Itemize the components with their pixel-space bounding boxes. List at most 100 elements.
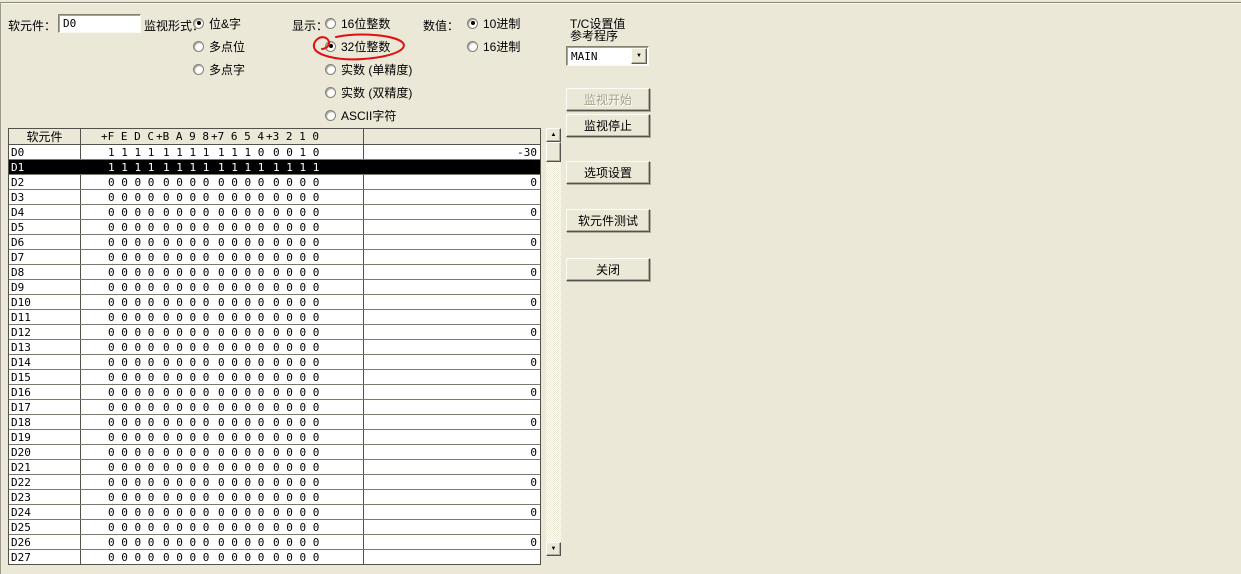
table-row[interactable]: D210 0 0 00 0 0 00 0 0 00 0 0 0 [9, 460, 540, 475]
radio-decimal[interactable]: 10进制 [467, 16, 520, 30]
device-cell: D5 [9, 220, 81, 234]
radio-real-double[interactable]: 实数 (双精度) [325, 85, 412, 99]
table-row[interactable]: D100 0 0 00 0 0 00 0 0 00 0 0 00 [9, 295, 540, 310]
table-row[interactable]: D270 0 0 00 0 0 00 0 0 00 0 0 0 [9, 550, 540, 564]
monitor-start-button[interactable]: 监视开始 [566, 88, 650, 111]
bit-group: 0 0 0 0 [163, 446, 213, 459]
table-row[interactable]: D11 1 1 11 1 1 11 1 1 11 1 1 1 [9, 160, 540, 175]
bit-group: 0 0 0 0 [273, 401, 323, 414]
bit-group: 0 0 0 0 [273, 356, 323, 369]
bit-group: 0 0 0 0 [108, 356, 158, 369]
table-row[interactable]: D40 0 0 00 0 0 00 0 0 00 0 0 00 [9, 205, 540, 220]
bit-group: 0 0 0 0 [218, 206, 268, 219]
bit-group: 1 1 1 1 [218, 161, 268, 174]
bit-group: 0 0 0 0 [273, 461, 323, 474]
table-row[interactable]: D20 0 0 00 0 0 00 0 0 00 0 0 00 [9, 175, 540, 190]
table-row[interactable]: D160 0 0 00 0 0 00 0 0 00 0 0 00 [9, 385, 540, 400]
table-row[interactable]: D170 0 0 00 0 0 00 0 0 00 0 0 0 [9, 400, 540, 415]
bit-group-header: +3 2 1 0 [266, 130, 316, 143]
radio-label: 多点字 [209, 61, 245, 78]
value-cell [364, 550, 540, 564]
table-row[interactable]: D180 0 0 00 0 0 00 0 0 00 0 0 00 [9, 415, 540, 430]
bit-group: 0 0 0 0 [108, 311, 158, 324]
table-row[interactable]: D150 0 0 00 0 0 00 0 0 00 0 0 0 [9, 370, 540, 385]
radio-32bit-integer[interactable]: 32位整数 [325, 39, 390, 53]
table-row[interactable]: D190 0 0 00 0 0 00 0 0 00 0 0 0 [9, 430, 540, 445]
bit-group: 0 0 0 0 [218, 341, 268, 354]
bit-group: 0 0 0 0 [273, 311, 323, 324]
device-cell: D21 [9, 460, 81, 474]
option-settings-button[interactable]: 选项设置 [566, 161, 650, 184]
device-test-button[interactable]: 软元件测试 [566, 209, 650, 232]
bits-cell: 0 0 0 00 0 0 00 0 0 00 0 0 0 [81, 295, 364, 309]
bit-group: 0 0 0 0 [218, 311, 268, 324]
value-cell [364, 250, 540, 264]
table-row[interactable]: D01 1 1 11 1 1 11 1 1 00 0 1 0-30 [9, 145, 540, 160]
bits-cell: 0 0 0 00 0 0 00 0 0 00 0 0 0 [81, 520, 364, 534]
bit-group: 0 0 0 0 [273, 431, 323, 444]
bit-group: 0 0 0 0 [163, 551, 213, 564]
radio-bit-and-word[interactable]: 位&字 [193, 16, 241, 30]
table-row[interactable]: D30 0 0 00 0 0 00 0 0 00 0 0 0 [9, 190, 540, 205]
bits-cell: 0 0 0 00 0 0 00 0 0 00 0 0 0 [81, 355, 364, 369]
radio-hexadecimal[interactable]: 16进制 [467, 39, 520, 53]
table-row[interactable]: D240 0 0 00 0 0 00 0 0 00 0 0 00 [9, 505, 540, 520]
value-cell: 0 [364, 535, 540, 549]
table-row[interactable]: D140 0 0 00 0 0 00 0 0 00 0 0 00 [9, 355, 540, 370]
bit-group: 0 0 0 0 [163, 356, 213, 369]
tc-program-select[interactable]: MAIN ▼ [566, 46, 649, 66]
radio-real-single[interactable]: 实数 (单精度) [325, 62, 412, 76]
table-row[interactable]: D260 0 0 00 0 0 00 0 0 00 0 0 00 [9, 535, 540, 550]
bit-group: 1 1 1 1 [163, 161, 213, 174]
table-row[interactable]: D130 0 0 00 0 0 00 0 0 00 0 0 0 [9, 340, 540, 355]
scroll-down-button[interactable]: ▼ [546, 542, 561, 556]
device-input[interactable]: D0 [58, 14, 141, 33]
monitor-stop-button[interactable]: 监视停止 [566, 114, 650, 137]
bits-cell: 1 1 1 11 1 1 11 1 1 11 1 1 1 [81, 160, 364, 174]
bit-group: 0 0 0 0 [218, 326, 268, 339]
table-row[interactable]: D120 0 0 00 0 0 00 0 0 00 0 0 00 [9, 325, 540, 340]
radio-icon [325, 87, 336, 98]
radio-multi-point-word[interactable]: 多点字 [193, 62, 245, 76]
table-vertical-scrollbar[interactable]: ▲ ▼ [546, 128, 561, 556]
scrollbar-thumb[interactable] [546, 142, 561, 162]
radio-icon [325, 18, 336, 29]
bits-cell: 0 0 0 00 0 0 00 0 0 00 0 0 0 [81, 445, 364, 459]
table-row[interactable]: D230 0 0 00 0 0 00 0 0 00 0 0 0 [9, 490, 540, 505]
radio-ascii[interactable]: ASCII字符 [325, 108, 396, 122]
scroll-up-button[interactable]: ▲ [546, 128, 561, 142]
table-row[interactable]: D250 0 0 00 0 0 00 0 0 00 0 0 0 [9, 520, 540, 535]
table-row[interactable]: D80 0 0 00 0 0 00 0 0 00 0 0 00 [9, 265, 540, 280]
bit-group: 0 0 0 0 [163, 296, 213, 309]
radio-16bit-integer[interactable]: 16位整数 [325, 16, 390, 30]
device-cell: D22 [9, 475, 81, 489]
combo-dropdown-button[interactable]: ▼ [631, 48, 647, 64]
bit-group: 0 0 0 0 [218, 506, 268, 519]
bit-group: 0 0 0 0 [163, 176, 213, 189]
value-cell [364, 160, 540, 174]
bits-cell: 0 0 0 00 0 0 00 0 0 00 0 0 0 [81, 430, 364, 444]
value-cell [364, 430, 540, 444]
bit-group: 0 0 0 0 [218, 446, 268, 459]
device-cell: D19 [9, 430, 81, 444]
device-cell: D3 [9, 190, 81, 204]
table-row[interactable]: D70 0 0 00 0 0 00 0 0 00 0 0 0 [9, 250, 540, 265]
bit-group: 0 0 0 0 [273, 386, 323, 399]
close-button[interactable]: 关闭 [566, 258, 650, 281]
bit-group: 0 0 0 0 [218, 386, 268, 399]
bit-group: 0 0 0 0 [273, 281, 323, 294]
radio-icon [325, 64, 336, 75]
table-row[interactable]: D90 0 0 00 0 0 00 0 0 00 0 0 0 [9, 280, 540, 295]
value-cell: -30 [364, 145, 540, 159]
table-row[interactable]: D60 0 0 00 0 0 00 0 0 00 0 0 00 [9, 235, 540, 250]
radio-multi-point-bit[interactable]: 多点位 [193, 39, 245, 53]
table-row[interactable]: D220 0 0 00 0 0 00 0 0 00 0 0 00 [9, 475, 540, 490]
table-row[interactable]: D200 0 0 00 0 0 00 0 0 00 0 0 00 [9, 445, 540, 460]
table-row[interactable]: D110 0 0 00 0 0 00 0 0 00 0 0 0 [9, 310, 540, 325]
bit-group: 0 0 0 0 [273, 446, 323, 459]
device-cell: D13 [9, 340, 81, 354]
window-left-border [0, 2, 1, 574]
radio-label: 32位整数 [341, 38, 390, 55]
table-row[interactable]: D50 0 0 00 0 0 00 0 0 00 0 0 0 [9, 220, 540, 235]
bits-cell: 0 0 0 00 0 0 00 0 0 00 0 0 0 [81, 505, 364, 519]
